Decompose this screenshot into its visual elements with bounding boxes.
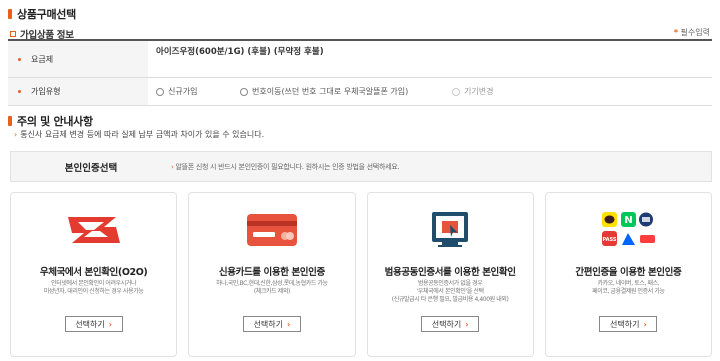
auth-card-desc: 범용공동인증서가 없을 경우 '우체국에서 본인확인'을 선택 (신규발급시 타… xyxy=(391,280,509,303)
chevron-right-icon: › xyxy=(643,319,647,329)
required-asterisk: * xyxy=(673,28,678,37)
select-certificate-button[interactable]: 선택하기 › xyxy=(421,316,480,332)
select-button-label: 선택하기 xyxy=(75,319,105,329)
notice-text: 통신사 요금제 변경 등에 따라 실제 납부 금액과 차이가 있을 수 있습니다… xyxy=(20,130,265,139)
auth-card-title: 간편인증을 이용한 본인인증 xyxy=(575,267,682,278)
chevron-right-icon: › xyxy=(465,319,469,329)
radio-device-change[interactable]: 기기변경 xyxy=(452,86,493,97)
plan-label: 요금제 xyxy=(31,54,54,64)
auth-card-desc: 인터넷에서 본인확인이 어려우시거나 미성년자, 대리인이 신청하는 경우 사용… xyxy=(43,280,144,295)
radio-device-change-label: 기기변경 xyxy=(464,87,494,96)
select-post-office-button[interactable]: 선택하기 › xyxy=(64,316,123,332)
auth-card-title: 신용카드를 이용한 본인인증 xyxy=(218,267,325,278)
radio-number-port-label: 번호이동(쓰던 번호 그대로 우체국알뜰폰 가입) xyxy=(252,87,409,96)
subscription-info-table: 요금제 아이즈우정(600분/1G) (후불) (무약정 후불) 가입유형 신규… xyxy=(8,39,712,106)
simple-auth-apps-icon: N PASS xyxy=(602,212,656,246)
join-type-row: 가입유형 신규가입 번호이동(쓰던 번호 그대로 우체국알뜰폰 가입) 기기변경 xyxy=(8,78,712,106)
auth-select-desc: › 알뜰폰 신청 시 반드시 본인인증이 필요합니다. 원하시는 인증 방법을 선… xyxy=(171,162,400,172)
select-credit-card-button[interactable]: 선택하기 › xyxy=(242,316,301,332)
section-title-text: 주의 및 안내사항 xyxy=(17,115,93,128)
credit-card-icon xyxy=(246,214,297,246)
square-bullet-icon xyxy=(10,31,16,37)
arrow-bullet-icon: › xyxy=(171,162,174,171)
epost-logo-icon xyxy=(67,217,120,243)
required-note: * 필수입력 xyxy=(674,27,710,38)
plan-label-cell: 요금제 xyxy=(8,41,148,77)
auth-select-label: 본인인증선택 xyxy=(64,162,118,174)
select-simple-auth-button[interactable]: 선택하기 › xyxy=(599,316,658,332)
chevron-right-icon: › xyxy=(108,319,112,329)
auth-select-desc-text: 알뜰폰 신청 시 반드시 본인인증이 필요합니다. 원하시는 인증 방법을 선택… xyxy=(175,162,400,171)
select-button-label: 선택하기 xyxy=(253,319,283,329)
arrow-bullet-icon: › xyxy=(14,130,18,139)
section-title-notice: 주의 및 안내사항 xyxy=(8,113,93,129)
section-title-purchase: 상품구매선택 xyxy=(8,6,76,22)
notice-text-line: › 통신사 요금제 변경 등에 따라 실제 납부 금액과 차이가 있을 수 있습니… xyxy=(14,129,264,140)
auth-card-title: 범용공동인증서를 이용한 본인확인 xyxy=(384,267,516,278)
required-label: 필수입력 xyxy=(680,28,710,37)
radio-new-join[interactable]: 신규가입 xyxy=(156,86,240,97)
auth-card-certificate[interactable]: 범용공동인증서를 이용한 본인확인 범용공동인증서가 없을 경우 '우체국에서 … xyxy=(366,192,534,357)
required-dot-icon xyxy=(18,90,21,93)
section-title-text: 상품구매선택 xyxy=(17,8,76,21)
auth-card-post-office[interactable]: 우체국에서 본인확인(O2O) 인터넷에서 본인확인이 어려우시거나 미성년자,… xyxy=(10,192,178,357)
join-type-label-cell: 가입유형 xyxy=(8,78,148,105)
auth-select-bar: 본인인증선택 › 알뜰폰 신청 시 반드시 본인인증이 필요합니다. 원하시는 인… xyxy=(10,151,712,182)
radio-circle-icon[interactable] xyxy=(156,87,164,96)
join-type-label: 가입유형 xyxy=(31,87,61,96)
chevron-right-icon: › xyxy=(286,319,291,329)
radio-number-port[interactable]: 번호이동(쓰던 번호 그대로 우체국알뜰폰 가입) xyxy=(240,86,452,97)
auth-card-simple-auth[interactable]: N PASS 간편인증을 이용한 본인인증 카카오, 네이버, 토스, 패스, … xyxy=(544,192,712,357)
svg-text:PASS: PASS xyxy=(603,237,617,243)
title-marker xyxy=(8,9,12,19)
auth-card-desc: 카카오, 네이버, 토스, 패스, 페이코, 금융결제원 인증서 가능 xyxy=(592,280,665,295)
auth-card-credit-card[interactable]: 신용카드를 이용한 본인인증 하나,국민,BC,현대,신한,삼성,롯데,농협카드… xyxy=(188,192,356,357)
certificate-icon xyxy=(432,212,469,247)
join-type-options: 신규가입 번호이동(쓰던 번호 그대로 우체국알뜰폰 가입) 기기변경 xyxy=(148,78,712,105)
plan-value: 아이즈우정(600분/1G) (후불) (무약정 후불) xyxy=(156,47,324,57)
title-marker xyxy=(8,116,12,126)
radio-new-join-label: 신규가입 xyxy=(168,87,198,96)
auth-card-desc: 하나,국민,BC,현대,신한,삼성,롯데,농협카드 가능 (체크카드 제외) xyxy=(216,280,328,295)
auth-card-title: 우체국에서 본인확인(O2O) xyxy=(39,267,148,278)
required-dot-icon xyxy=(18,57,21,61)
radio-circle-icon[interactable] xyxy=(240,87,248,96)
select-button-label: 선택하기 xyxy=(610,319,640,329)
plan-row: 요금제 아이즈우정(600분/1G) (후불) (무약정 후불) xyxy=(8,41,712,78)
auth-method-cards: 우체국에서 본인확인(O2O) 인터넷에서 본인확인이 어려우시거나 미성년자,… xyxy=(10,192,712,357)
svg-text:N: N xyxy=(625,215,633,226)
select-button-label: 선택하기 xyxy=(431,319,462,329)
radio-circle-icon[interactable] xyxy=(452,87,460,96)
